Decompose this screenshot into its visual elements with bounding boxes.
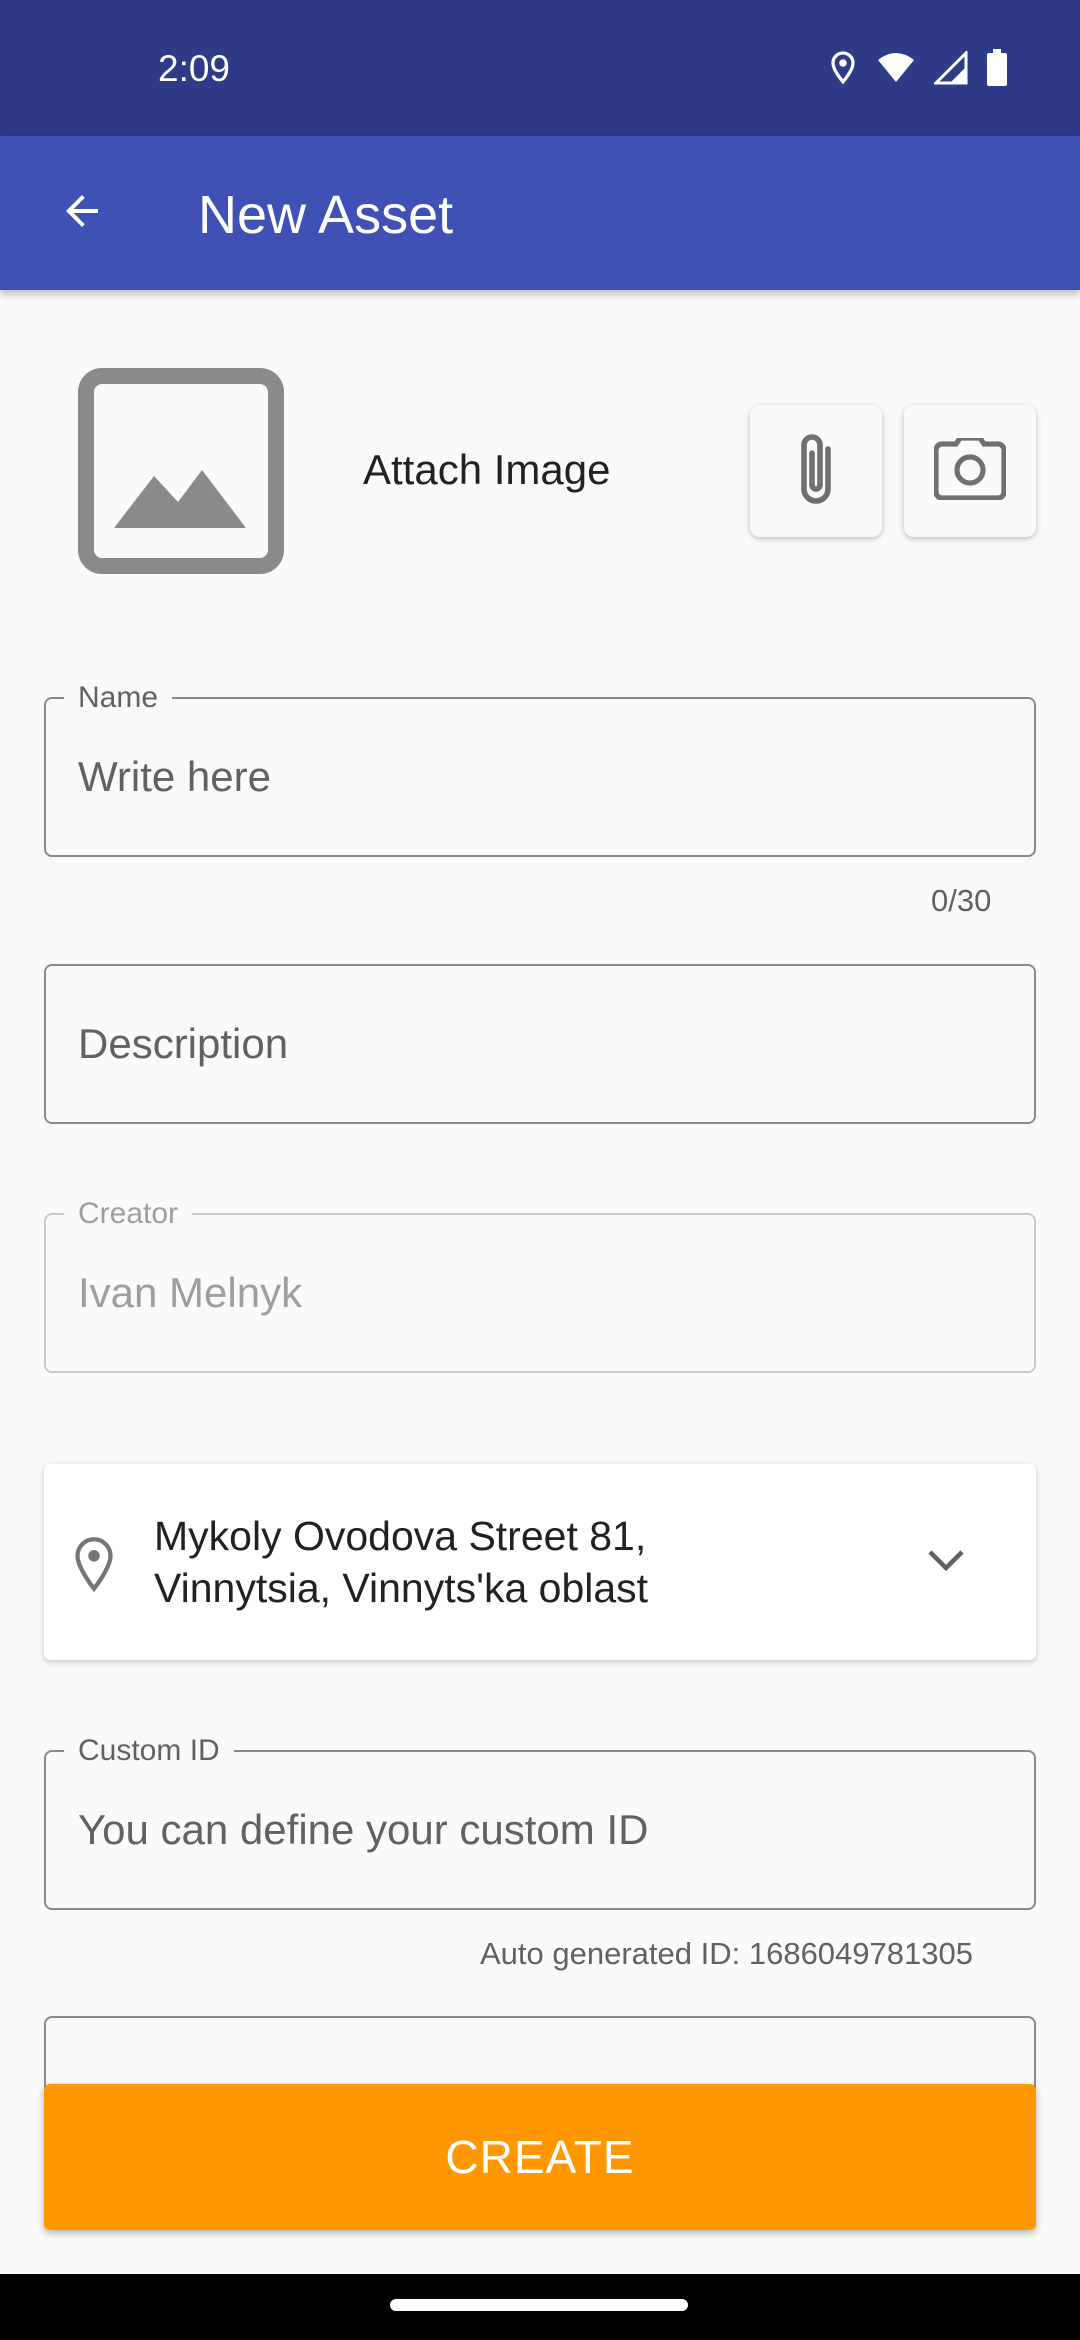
- auto-generated-id: Auto generated ID: 1686049781305: [480, 1936, 973, 1971]
- paperclip-icon: [788, 429, 844, 514]
- app-bar: New Asset: [0, 136, 1080, 290]
- image-placeholder-icon: [78, 368, 284, 578]
- custom-id-field-label: Custom ID: [64, 1732, 234, 1770]
- description-field[interactable]: Description: [44, 964, 1036, 1124]
- location-icon: [828, 50, 858, 91]
- description-input[interactable]: Description: [78, 1016, 288, 1072]
- back-button[interactable]: [40, 171, 124, 255]
- wifi-icon: [876, 52, 916, 89]
- name-input[interactable]: Write here: [78, 749, 271, 805]
- camera-icon: [933, 434, 1007, 505]
- creator-value: Ivan Melnyk: [78, 1269, 303, 1316]
- location-address: Mykoly Ovodova Street 81, Vinnytsia, Vin…: [154, 1510, 914, 1614]
- location-selector[interactable]: Mykoly Ovodova Street 81, Vinnytsia, Vin…: [44, 1464, 1036, 1660]
- name-field[interactable]: Name Write here: [44, 679, 1036, 857]
- custom-id-input[interactable]: You can define your custom ID: [78, 1802, 648, 1858]
- location-pin-icon: [74, 1536, 114, 1597]
- arrow-back-icon: [58, 187, 106, 240]
- creator-field-label: Creator: [64, 1195, 193, 1233]
- status-time: 2:09: [158, 48, 231, 89]
- home-indicator[interactable]: [390, 2299, 688, 2311]
- signal-icon: [932, 48, 968, 90]
- camera-button[interactable]: [904, 405, 1036, 537]
- name-counter: 0/30: [931, 883, 992, 918]
- location-line-1: Mykoly Ovodova Street 81,: [154, 1513, 647, 1559]
- attach-file-button[interactable]: [750, 405, 882, 537]
- chevron-down-icon[interactable]: [924, 1546, 968, 1581]
- name-field-label: Name: [64, 679, 173, 717]
- page-title: New Asset: [198, 185, 454, 245]
- battery-icon: [986, 48, 1008, 92]
- creator-field: Creator Ivan Melnyk: [44, 1195, 1036, 1373]
- status-bar: 2:09: [0, 0, 1080, 136]
- status-icons: [828, 48, 1008, 92]
- location-line-2: Vinnytsia, Vinnyts'ka oblast: [154, 1565, 649, 1611]
- attach-image-label: Attach Image: [363, 446, 611, 493]
- create-button[interactable]: CREATE: [44, 2084, 1036, 2230]
- image-placeholder[interactable]: [78, 368, 284, 574]
- custom-id-field[interactable]: Custom ID You can define your custom ID: [44, 1732, 1036, 1910]
